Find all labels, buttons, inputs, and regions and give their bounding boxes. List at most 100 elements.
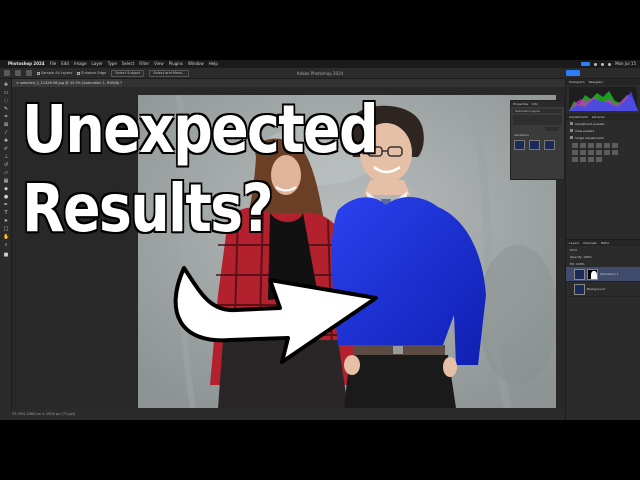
hand-tool-icon[interactable]: ✋ bbox=[3, 235, 9, 240]
layer-mask-thumbnail[interactable] bbox=[587, 268, 598, 280]
color-balance-icon[interactable] bbox=[572, 150, 578, 155]
document-tab[interactable]: × selected_2_11426-96.jpg @ 33.3% (Satur… bbox=[12, 79, 122, 87]
tab-navigator[interactable]: Navigator bbox=[589, 79, 604, 85]
layer-filter-row[interactable]: Kind bbox=[566, 246, 640, 253]
black-white-icon[interactable] bbox=[580, 150, 586, 155]
clone-stamp-tool-icon[interactable]: ⊥ bbox=[3, 155, 9, 160]
properties-reset-button[interactable] bbox=[545, 127, 559, 131]
tab-paths[interactable]: Paths bbox=[601, 240, 609, 246]
battery-icon[interactable] bbox=[601, 62, 605, 66]
layer-fill-row: Fill: 100% bbox=[566, 260, 640, 267]
invert-icon[interactable] bbox=[612, 150, 618, 155]
layer-name: Background bbox=[587, 287, 605, 291]
layer-row-background[interactable]: Background bbox=[566, 282, 640, 297]
share-button[interactable] bbox=[566, 70, 580, 76]
menu-view[interactable]: View bbox=[154, 60, 164, 68]
pen-tool-icon[interactable]: ✒ bbox=[3, 203, 9, 208]
brightness-contrast-icon[interactable] bbox=[572, 143, 578, 148]
menu-edit[interactable]: Edit bbox=[61, 60, 69, 68]
layer-opacity[interactable]: Opacity: 100% bbox=[570, 255, 592, 259]
marquee-tool-icon[interactable]: ▭ bbox=[3, 91, 9, 96]
menu-help[interactable]: Help bbox=[209, 60, 218, 68]
menu-select[interactable]: Select bbox=[122, 60, 134, 68]
brush-tool-icon[interactable]: ✐ bbox=[3, 147, 9, 152]
tab-channels[interactable]: Channels bbox=[583, 240, 597, 246]
lasso-tool-icon[interactable]: ◌ bbox=[3, 99, 9, 104]
select-subject-button[interactable]: Select Subject bbox=[111, 69, 145, 77]
select-and-mask-button[interactable]: Select and Mask... bbox=[149, 69, 190, 77]
gradient-tool-icon[interactable]: ▦ bbox=[3, 179, 9, 184]
view-presets-row[interactable]: View presets bbox=[566, 127, 640, 134]
tab-info[interactable]: Info bbox=[532, 101, 538, 107]
foreground-color-icon[interactable]: ■ bbox=[3, 253, 9, 258]
color-lookup-icon[interactable] bbox=[604, 150, 610, 155]
wifi-icon[interactable] bbox=[594, 62, 598, 66]
exposure-icon[interactable] bbox=[596, 143, 602, 148]
type-tool-icon[interactable]: T bbox=[3, 211, 9, 216]
tab-histogram[interactable]: Histogram bbox=[569, 79, 585, 85]
clock[interactable]: Mon Jul 15 bbox=[615, 60, 636, 68]
blur-tool-icon[interactable]: ◆ bbox=[3, 187, 9, 192]
tab-adjustments[interactable]: Adjustments bbox=[569, 114, 588, 120]
frame-tool-icon[interactable]: ⊠ bbox=[3, 123, 9, 128]
single-adjustments-row[interactable]: Single adjustments bbox=[566, 134, 640, 141]
sample-all-layers-checkbox[interactable]: Sample All Layers bbox=[37, 71, 72, 75]
status-bar: 33.33% 2560 px × 1920 px (72 ppi) bbox=[0, 409, 565, 420]
dodge-tool-icon[interactable]: ● bbox=[3, 195, 9, 200]
menu-window[interactable]: Window bbox=[188, 60, 204, 68]
recording-indicator-icon[interactable] bbox=[581, 62, 591, 66]
photo-filter-icon[interactable] bbox=[588, 150, 594, 155]
menu-file[interactable]: File bbox=[50, 60, 57, 68]
menu-filter[interactable]: Filter bbox=[139, 60, 149, 68]
brush-size-icon[interactable] bbox=[26, 70, 32, 76]
healing-brush-tool-icon[interactable]: ✚ bbox=[3, 139, 9, 144]
channel-mixer-icon[interactable] bbox=[596, 150, 602, 155]
quick-selection-tool-icon[interactable]: ✎ bbox=[3, 107, 9, 112]
layer-kind-filter[interactable]: Kind bbox=[570, 248, 577, 252]
histogram-svg bbox=[569, 91, 638, 111]
quick-select-tool-icon[interactable] bbox=[15, 70, 21, 76]
move-tool-icon[interactable]: ✥ bbox=[3, 83, 9, 88]
layer-fill[interactable]: Fill: 100% bbox=[570, 262, 585, 266]
search-icon[interactable] bbox=[608, 62, 612, 66]
path-selection-tool-icon[interactable]: ➤ bbox=[3, 219, 9, 224]
sample-all-layers-label: Sample All Layers bbox=[41, 71, 73, 75]
menu-app-name[interactable]: Photoshop 2024 bbox=[8, 60, 45, 68]
threshold-icon[interactable] bbox=[580, 157, 586, 162]
variation-thumb[interactable] bbox=[514, 140, 525, 150]
enhance-edge-checkbox[interactable]: Enhance Edge bbox=[77, 71, 106, 75]
rectangle-tool-icon[interactable]: □ bbox=[3, 227, 9, 232]
history-brush-tool-icon[interactable]: ↺ bbox=[3, 163, 9, 168]
zoom-tool-icon[interactable]: ⌕ bbox=[3, 243, 9, 248]
tab-libraries[interactable]: Libraries bbox=[592, 114, 605, 120]
eyedropper-tool-icon[interactable]: ⁄ bbox=[3, 131, 9, 136]
properties-layer-row: Saturation Layer bbox=[513, 109, 562, 113]
tab-layers[interactable]: Layers bbox=[569, 240, 579, 246]
gradient-map-icon[interactable] bbox=[588, 157, 594, 162]
properties-preset-field[interactable] bbox=[513, 115, 562, 125]
tab-properties[interactable]: Properties bbox=[513, 101, 528, 107]
selective-color-icon[interactable] bbox=[596, 157, 602, 162]
layer-blend-row: Opacity: 100% bbox=[566, 253, 640, 260]
vibrance-icon[interactable] bbox=[604, 143, 610, 148]
menu-type[interactable]: Type bbox=[108, 60, 117, 68]
mac-menu-bar: Photoshop 2024 File Edit Image Layer Typ… bbox=[0, 60, 640, 68]
hue-saturation-icon[interactable] bbox=[612, 143, 618, 148]
adjustments-panel: Adjustments Libraries Adjustment presets… bbox=[566, 114, 640, 164]
menu-plugins[interactable]: Plugins bbox=[169, 60, 183, 68]
adjustment-presets-row[interactable]: Adjustment presets bbox=[566, 120, 640, 127]
eraser-tool-icon[interactable]: ▱ bbox=[3, 171, 9, 176]
curves-icon[interactable] bbox=[588, 143, 594, 148]
levels-icon[interactable] bbox=[580, 143, 586, 148]
layer-row-saturation[interactable]: Saturation 1 bbox=[566, 267, 640, 282]
histogram-panel-tabs: Histogram Navigator bbox=[566, 79, 640, 85]
crop-tool-icon[interactable]: ⌗ bbox=[3, 115, 9, 120]
variation-thumb[interactable] bbox=[544, 140, 555, 150]
layer-thumbnail bbox=[574, 283, 585, 295]
posterize-icon[interactable] bbox=[572, 157, 578, 162]
menu-layer[interactable]: Layer bbox=[92, 60, 103, 68]
home-icon[interactable] bbox=[4, 70, 10, 76]
properties-panel-tabs: Properties Info bbox=[511, 101, 564, 107]
variation-thumb[interactable] bbox=[529, 140, 540, 150]
menu-image[interactable]: Image bbox=[74, 60, 87, 68]
